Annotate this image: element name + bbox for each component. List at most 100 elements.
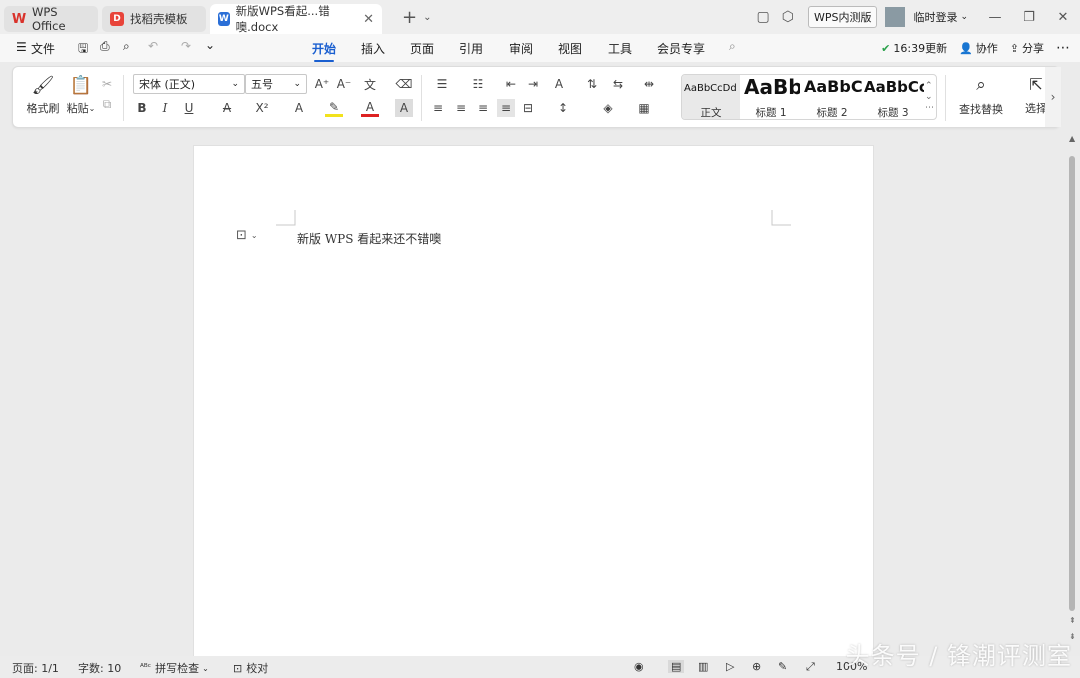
web-view-icon[interactable]: ⊕	[752, 660, 761, 673]
spell-check-button[interactable]: ᴬᴮᶜ 拼写检查 ⌄	[140, 660, 209, 676]
close-tab-icon[interactable]: ✕	[363, 12, 374, 27]
chinese-layout-icon[interactable]: A	[550, 75, 568, 93]
tab-document[interactable]: W 新版WPS看起...错噢.docx ✕	[210, 4, 382, 34]
search-icon[interactable]: ⌕	[729, 39, 736, 54]
strikethrough-icon[interactable]: A	[218, 99, 236, 117]
format-painter-label: 格式刷	[26, 102, 60, 115]
share-button[interactable]: ⇪ 分享	[1010, 40, 1044, 56]
style-heading-1[interactable]: AaBb( 标题 1	[742, 75, 800, 119]
decrease-font-icon[interactable]: A⁻	[335, 75, 353, 93]
minimize-icon[interactable]: —	[978, 10, 1012, 25]
export-pdf-icon[interactable]: ⎙	[100, 39, 110, 54]
shading-icon[interactable]: ◈	[599, 99, 617, 117]
tab-tools[interactable]: 工具	[608, 40, 632, 57]
text-effect-icon[interactable]: A	[290, 99, 308, 117]
clear-format-icon[interactable]: ⌫	[395, 75, 413, 93]
tab-wps-office[interactable]: W WPS Office	[4, 5, 98, 33]
write-mode-icon[interactable]: ✎	[778, 660, 787, 673]
login-button[interactable]: 临时登录	[913, 9, 957, 25]
justify-icon[interactable]: ≡	[497, 99, 515, 117]
tab-page[interactable]: 页面	[410, 40, 434, 57]
increase-font-icon[interactable]: A⁺	[313, 75, 331, 93]
style-normal[interactable]: AaBbCcDd 正文	[682, 75, 740, 119]
italic-icon[interactable]: I	[156, 99, 174, 117]
document-text[interactable]: 新版 WPS 看起来还不错噢	[297, 230, 441, 247]
page-view-icon[interactable]: ▤	[668, 660, 685, 673]
underline-icon[interactable]: U	[180, 99, 198, 117]
line-spacing-icon[interactable]: ↕	[554, 99, 572, 117]
paste-button[interactable]: 📋 粘贴 ⌄	[65, 75, 97, 116]
tab-view[interactable]: 视图	[558, 40, 582, 57]
borders-icon[interactable]: ▦	[635, 99, 653, 117]
file-menu[interactable]: 文件	[31, 40, 55, 57]
superscript-icon[interactable]: X²	[253, 99, 271, 117]
hamburger-icon[interactable]: ☰	[16, 40, 27, 54]
highlight-icon[interactable]: ✎	[325, 99, 343, 117]
play-icon[interactable]: ▷	[726, 660, 734, 673]
eye-protection-icon[interactable]: ◉	[634, 660, 644, 673]
select-label: 选择	[1025, 102, 1047, 115]
font-color-icon[interactable]: A	[361, 99, 379, 117]
text-direction-icon[interactable]: ⇆	[609, 75, 627, 93]
outline-view-icon[interactable]: ▥	[698, 660, 708, 673]
sync-status[interactable]: ✔ 16:39更新	[881, 40, 947, 56]
char-shading-icon[interactable]: A	[395, 99, 413, 117]
redo-icon[interactable]: ↷	[181, 39, 191, 53]
increase-indent-icon[interactable]: ⇥	[524, 75, 542, 93]
style-heading-3[interactable]: AaBbCc 标题 3	[862, 75, 924, 119]
sort-icon[interactable]: ⇅	[583, 75, 601, 93]
print-preview-icon[interactable]: ⌕	[123, 39, 130, 54]
login-chevron-icon[interactable]: ⌄	[960, 12, 968, 22]
window-layout-icon[interactable]: ▢	[750, 9, 775, 25]
numbered-list-icon[interactable]: ☷	[469, 75, 487, 93]
new-tab-icon[interactable]: +	[396, 7, 423, 28]
tab-home[interactable]: 开始	[312, 40, 336, 62]
font-name-select[interactable]: 宋体 (正文) ⌄	[133, 74, 245, 94]
tab-docer-templates[interactable]: D 找稻壳模板	[102, 6, 206, 32]
menu-bar: ☰ 文件 🖫 ⎙ ⌕ ↶ ↷ ⌄ 开始 插入 页面 引用 审阅 视图 工具 会员…	[0, 34, 1080, 62]
save-icon[interactable]: 🖫	[78, 39, 88, 60]
align-right-icon[interactable]: ≡	[474, 99, 492, 117]
font-size-select[interactable]: 五号 ⌄	[245, 74, 307, 94]
undo-icon[interactable]: ↶	[148, 39, 158, 53]
align-left-icon[interactable]: ≡	[429, 99, 447, 117]
style-heading-2[interactable]: AaBbC 标题 2	[802, 75, 862, 119]
quick-access-chevron-icon[interactable]: ⌄	[205, 38, 215, 52]
scroll-up-icon[interactable]: ▲	[1069, 134, 1075, 143]
cube-icon[interactable]: ⬡	[776, 9, 800, 25]
styles-scroll-icon[interactable]: ⌃ ⌄ ⋯	[925, 81, 934, 114]
tab-insert[interactable]: 插入	[361, 40, 385, 57]
scroll-thumb[interactable]	[1069, 156, 1075, 611]
chevron-down-icon: ⌄	[293, 79, 301, 89]
paragraph-handle[interactable]: ⊡ ⌄	[236, 228, 258, 243]
vertical-scrollbar[interactable]: ▲ ⇞ ⇟	[1066, 132, 1080, 656]
phonetic-guide-icon[interactable]: 文	[361, 75, 379, 93]
align-center-icon[interactable]: ≡	[452, 99, 470, 117]
more-icon[interactable]: ⋯	[1056, 40, 1070, 56]
format-painter-button[interactable]: 🖌 格式刷	[25, 75, 61, 116]
fit-view-icon[interactable]: ⤢	[806, 660, 815, 674]
bullet-list-icon[interactable]: ☰	[433, 75, 451, 93]
beta-badge[interactable]: WPS内测版	[807, 6, 878, 28]
collab-button[interactable]: 👤 协作	[959, 40, 998, 56]
close-window-icon[interactable]: ✕	[1046, 10, 1080, 25]
decrease-indent-icon[interactable]: ⇤	[502, 75, 520, 93]
proofread-button[interactable]: ⊡ 校对	[233, 660, 268, 676]
ribbon-next-icon[interactable]: ›	[1045, 67, 1061, 127]
tab-list-chevron-icon[interactable]: ⌄	[423, 12, 431, 23]
bold-icon[interactable]: B	[133, 99, 151, 117]
tab-review[interactable]: 审阅	[509, 40, 533, 57]
word-count[interactable]: 字数: 10	[78, 660, 121, 676]
tab-stop-icon[interactable]: ⇹	[640, 75, 658, 93]
prev-page-icon[interactable]: ⇞	[1069, 616, 1076, 625]
tab-member[interactable]: 会员专享	[657, 40, 705, 57]
page-indicator[interactable]: 页面: 1/1	[12, 660, 59, 676]
cut-icon[interactable]: ✂	[98, 75, 116, 93]
tab-references[interactable]: 引用	[459, 40, 483, 57]
restore-icon[interactable]: ❐	[1012, 10, 1046, 25]
find-replace-button[interactable]: ⌕ 查找替换	[955, 75, 1007, 117]
document-page[interactable]: ⊡ ⌄ 新版 WPS 看起来还不错噢	[193, 145, 874, 665]
distributed-icon[interactable]: ⊟	[519, 99, 537, 117]
avatar[interactable]	[885, 7, 906, 27]
copy-icon[interactable]: ⧉	[98, 95, 116, 113]
